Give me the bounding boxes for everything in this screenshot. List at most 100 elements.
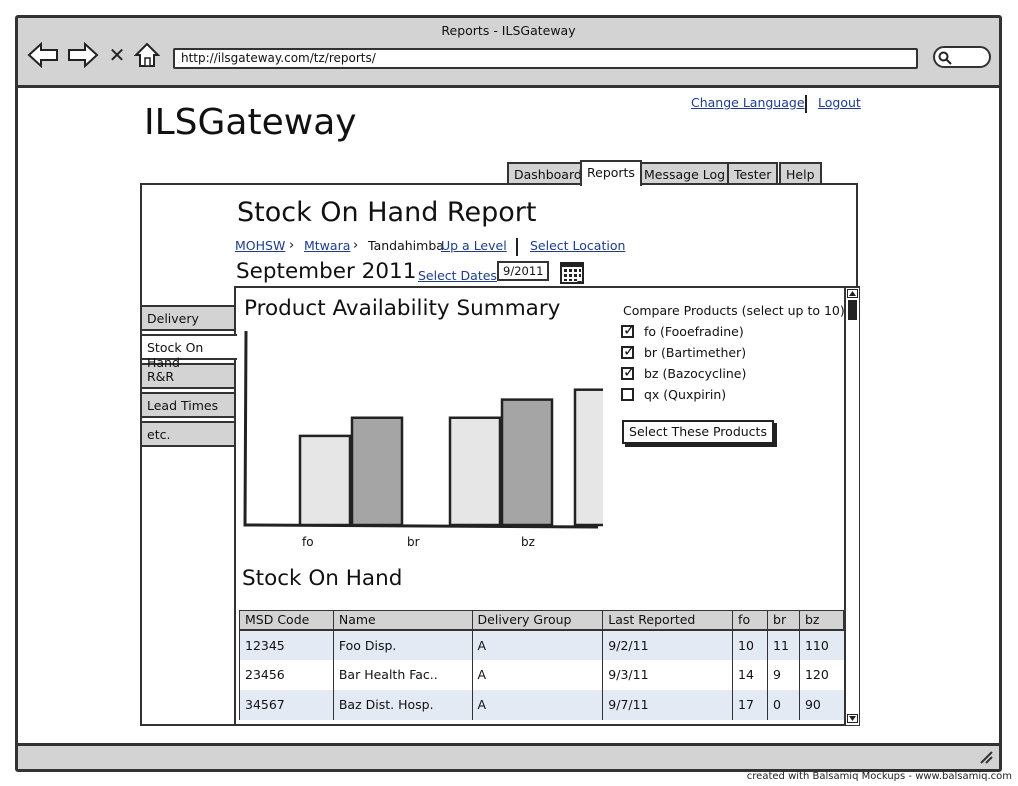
table-header-row: MSD Code Name Delivery Group Last Report… — [239, 610, 845, 631]
divider — [516, 238, 518, 256]
browser-search-field[interactable] — [933, 46, 991, 68]
checkbox-checked[interactable] — [621, 342, 636, 360]
table-cell: 17 — [732, 689, 768, 720]
home-icon[interactable] — [132, 40, 162, 70]
column-header[interactable]: Delivery Group — [471, 610, 604, 631]
chart-bar-br-1 — [448, 416, 502, 527]
product-option-label: qx (Quxpirin) — [644, 386, 727, 402]
chart-bar-fo-1 — [298, 434, 352, 527]
breadcrumb-mohsw[interactable]: MOHSW — [235, 238, 285, 253]
chart-bar-br-2 — [500, 398, 554, 527]
table-cell: 11 — [767, 629, 800, 660]
availability-chart: fo br bz — [243, 330, 603, 549]
product-option-qx[interactable]: qx (Quxpirin) — [621, 385, 726, 403]
chart-x-label: bz — [521, 535, 535, 549]
scroll-thumb[interactable] — [848, 300, 857, 320]
table-cell: 34567 — [239, 689, 334, 720]
table-cell: 9/7/11 — [602, 689, 733, 720]
search-icon — [938, 51, 952, 65]
up-a-level-link[interactable]: Up a Level — [441, 238, 507, 253]
checkbox-checked[interactable] — [621, 363, 636, 381]
report-period: September 2011 — [236, 259, 417, 284]
sidebar-item-stock-on-hand[interactable]: Stock On Hand — [140, 334, 237, 370]
change-language-link[interactable]: Change Language — [691, 95, 805, 110]
table-cell: 12345 — [239, 629, 334, 660]
sidebar-item-etc[interactable]: etc. — [140, 421, 236, 447]
table-cell: 120 — [798, 659, 844, 690]
page-title: Stock On Hand Report — [237, 197, 537, 228]
table-cell: 110 — [798, 629, 844, 660]
table-cell: 23456 — [239, 659, 334, 690]
table-cell: A — [471, 629, 603, 660]
footer-credit: created with Balsamiq Mockups - www.bals… — [746, 771, 1012, 782]
column-header[interactable]: Name — [332, 610, 473, 631]
select-products-button[interactable]: Select These Products — [622, 420, 774, 444]
column-header[interactable]: fo — [732, 610, 769, 631]
table-cell: A — [471, 689, 603, 720]
window-title: Reports - ILSGateway — [441, 23, 576, 38]
product-option-fo[interactable]: fo (Fooefradine) — [621, 321, 744, 340]
table-cell: 10 — [732, 629, 768, 660]
chevron-right-icon: › — [353, 238, 359, 253]
column-header[interactable]: Last Reported — [602, 610, 734, 631]
back-arrow-icon[interactable] — [26, 40, 60, 70]
browser-titlebar: Reports - ILSGateway ✕ http://ilsgateway… — [18, 18, 999, 88]
select-dates-link[interactable]: Select Dates — [418, 268, 497, 283]
table-cell: 14 — [732, 659, 768, 690]
stop-icon[interactable]: ✕ — [106, 40, 128, 70]
table-cell: A — [471, 659, 603, 690]
address-bar[interactable]: http://ilsgateway.com/tz/reports/ — [173, 48, 918, 69]
table-row[interactable]: 12345 Foo Disp. A 9/2/11 10 11 110 — [239, 629, 844, 660]
product-option-br[interactable]: br (Bartimether) — [621, 342, 747, 361]
breadcrumb-mtwara[interactable]: Mtwara — [304, 238, 350, 253]
divider — [805, 95, 807, 113]
product-option-label: br (Bartimether) — [644, 344, 747, 360]
table-row[interactable]: 34567 Baz Dist. Hosp. A 9/7/11 17 0 90 — [239, 689, 844, 720]
calendar-icon[interactable] — [560, 261, 586, 285]
date-field[interactable]: 9/2011 — [497, 261, 549, 281]
stock-table: MSD Code Name Delivery Group Last Report… — [239, 610, 845, 720]
forward-arrow-icon[interactable] — [66, 40, 100, 70]
browser-statusbar — [18, 743, 999, 769]
table-cell: Baz Dist. Hosp. — [332, 689, 473, 720]
table-cell: 0 — [767, 689, 800, 720]
select-location-link[interactable]: Select Location — [530, 238, 625, 253]
tab-help[interactable]: Help — [779, 162, 822, 184]
scrollbar[interactable] — [844, 288, 859, 725]
table-cell: 9/2/11 — [602, 629, 733, 660]
column-header[interactable]: bz — [798, 610, 845, 631]
column-header[interactable]: br — [767, 610, 800, 631]
tab-tester[interactable]: Tester — [727, 162, 779, 184]
scroll-down-icon[interactable] — [847, 714, 858, 723]
chart-bar-fo-2 — [350, 416, 404, 527]
scroll-up-icon[interactable] — [847, 289, 858, 298]
chart-x-label: fo — [302, 535, 314, 549]
table-cell: Foo Disp. — [332, 629, 473, 660]
table-cell: Bar Health Fac.. — [332, 659, 473, 690]
compare-products-label: Compare Products (select up to 10) — [623, 303, 845, 318]
stock-table-title: Stock On Hand — [242, 566, 403, 591]
tab-reports[interactable]: Reports — [580, 160, 642, 186]
breadcrumb-current: Tandahimba — [368, 238, 444, 253]
sidebar-item-lead-times[interactable]: Lead Times — [140, 392, 236, 418]
chart-bar-bz-1 — [573, 388, 603, 527]
checkbox-unchecked[interactable] — [621, 387, 634, 401]
table-cell: 9/3/11 — [602, 659, 733, 690]
sidebar-item-delivery[interactable]: Delivery — [140, 305, 236, 331]
product-option-bz[interactable]: bz (Bazocycline) — [621, 363, 747, 382]
tab-message-log[interactable]: Message Log — [637, 162, 733, 184]
chevron-right-icon: › — [289, 238, 295, 253]
table-cell: 9 — [767, 659, 800, 690]
summary-title: Product Availability Summary — [244, 296, 561, 321]
product-option-label: fo (Fooefradine) — [644, 323, 744, 339]
logout-link[interactable]: Logout — [818, 95, 861, 110]
table-row[interactable]: 23456 Bar Health Fac.. A 9/3/11 14 9 120 — [239, 659, 844, 690]
product-option-label: bz (Bazocycline) — [644, 365, 747, 381]
tab-dashboard[interactable]: Dashboard — [507, 162, 589, 184]
checkbox-checked[interactable] — [621, 321, 636, 339]
resize-grip-icon[interactable] — [977, 750, 993, 764]
table-cell: 90 — [798, 689, 844, 720]
column-header[interactable]: MSD Code — [239, 610, 334, 631]
site-logo: ILSGateway — [144, 102, 357, 143]
chart-x-label: br — [407, 535, 420, 549]
